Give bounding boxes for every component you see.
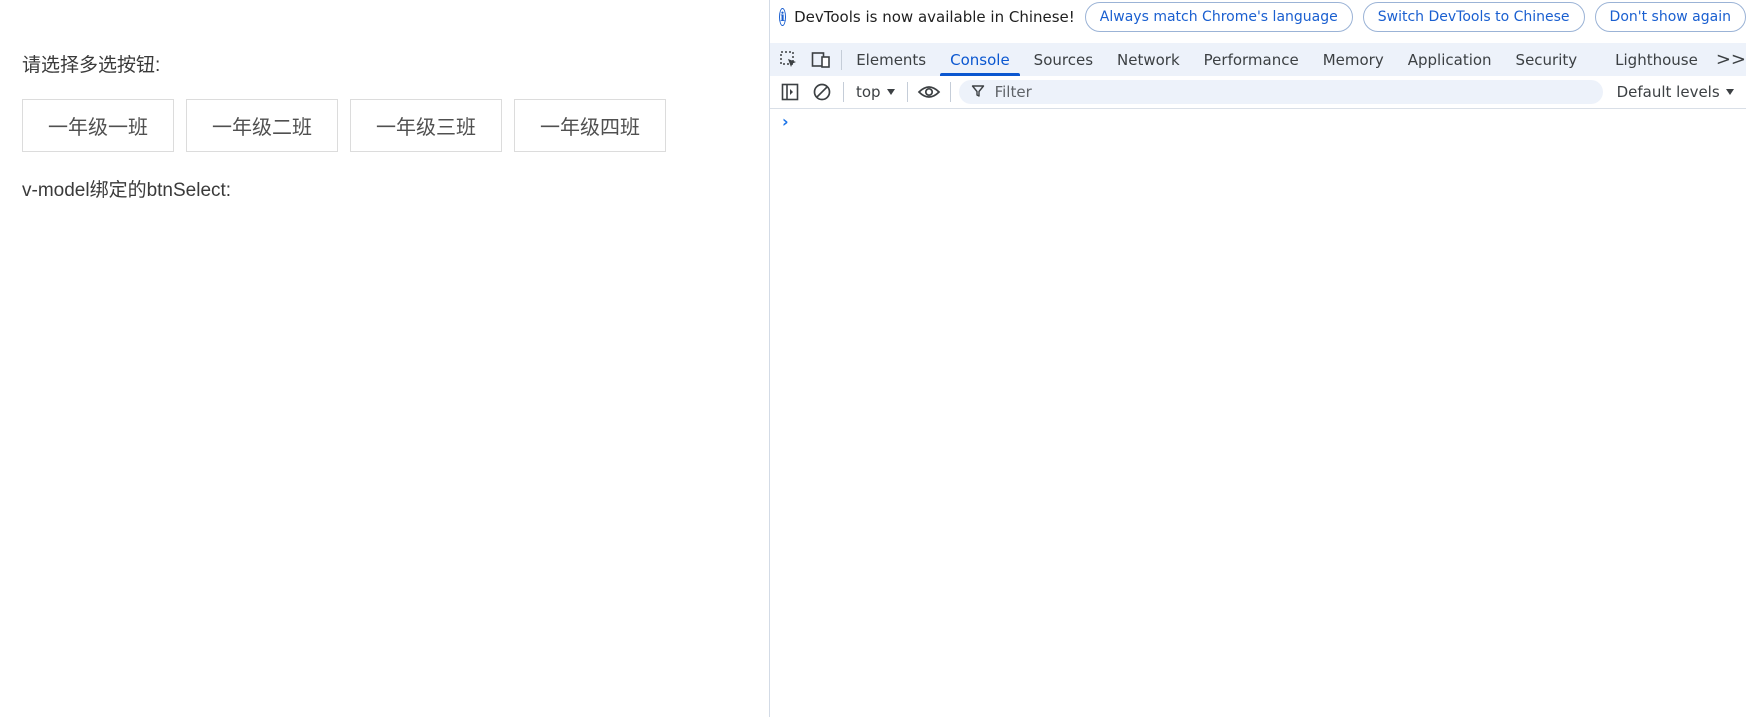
devtools-panel: i DevTools is now available in Chinese! … <box>769 0 1746 717</box>
class-button-3[interactable]: 一年级三班 <box>350 99 502 152</box>
class-button-4[interactable]: 一年级四班 <box>514 99 666 152</box>
chevron-down-icon <box>1725 89 1734 95</box>
toolbar-separator <box>906 82 908 102</box>
tab-security[interactable]: Security <box>1504 43 1590 76</box>
console-toolbar: top Default levels <box>770 76 1746 109</box>
switch-to-chinese-button[interactable]: Switch DevTools to Chinese <box>1362 2 1585 32</box>
dont-show-again-button[interactable]: Don't show again <box>1594 2 1746 32</box>
inspect-element-icon[interactable] <box>779 48 800 72</box>
device-toolbar-icon[interactable] <box>811 48 832 72</box>
filter-input[interactable] <box>992 82 1577 102</box>
tab-separator <box>841 49 843 70</box>
screen: 请选择多选按钮: 一年级一班 一年级二班 一年级三班 一年级四班 v-model… <box>0 0 1746 717</box>
toolbar-separator <box>843 82 844 102</box>
more-tabs-icon[interactable]: >> <box>1716 49 1746 70</box>
web-page: 请选择多选按钮: 一年级一班 一年级二班 一年级三班 一年级四班 v-model… <box>0 0 769 717</box>
devtools-tabbar: Elements Console Sources Network Perform… <box>770 43 1746 76</box>
binding-value-label: v-model绑定的btnSelect: <box>22 180 232 201</box>
filter-icon <box>971 83 985 102</box>
tab-elements[interactable]: Elements <box>844 43 938 76</box>
context-value: top <box>856 83 881 101</box>
tab-lighthouse[interactable]: Lighthouse <box>1603 43 1710 76</box>
chevron-down-icon <box>886 89 895 95</box>
log-levels-dropdown[interactable]: Default levels <box>1617 83 1734 101</box>
context-selector[interactable]: top <box>856 83 895 101</box>
always-match-language-button[interactable]: Always match Chrome's language <box>1084 2 1353 32</box>
clear-console-icon[interactable] <box>811 81 833 103</box>
tab-console[interactable]: Console <box>938 43 1022 76</box>
language-infobar: i DevTools is now available in Chinese! … <box>770 0 1746 34</box>
class-button-2[interactable]: 一年级二班 <box>186 99 338 152</box>
live-expression-eye-icon[interactable] <box>916 81 942 103</box>
console-prompt-icon[interactable]: › <box>782 112 789 131</box>
tab-network[interactable]: Network <box>1105 43 1192 76</box>
info-icon: i <box>779 8 787 26</box>
select-prompt-label: 请选择多选按钮: <box>22 55 161 76</box>
tab-application[interactable]: Application <box>1396 43 1504 76</box>
class-button-1[interactable]: 一年级一班 <box>22 99 174 152</box>
tab-memory[interactable]: Memory <box>1311 43 1396 76</box>
checkbox-button-group: 一年级一班 一年级二班 一年级三班 一年级四班 <box>22 99 666 152</box>
console-filter[interactable] <box>958 80 1603 104</box>
toolbar-separator <box>949 82 951 102</box>
infobar-message: DevTools is now available in Chinese! <box>794 8 1075 26</box>
console-sidebar-icon[interactable] <box>779 81 801 103</box>
tab-performance[interactable]: Performance <box>1192 43 1311 76</box>
log-levels-value: Default levels <box>1616 83 1720 101</box>
tab-sources[interactable]: Sources <box>1022 43 1105 76</box>
